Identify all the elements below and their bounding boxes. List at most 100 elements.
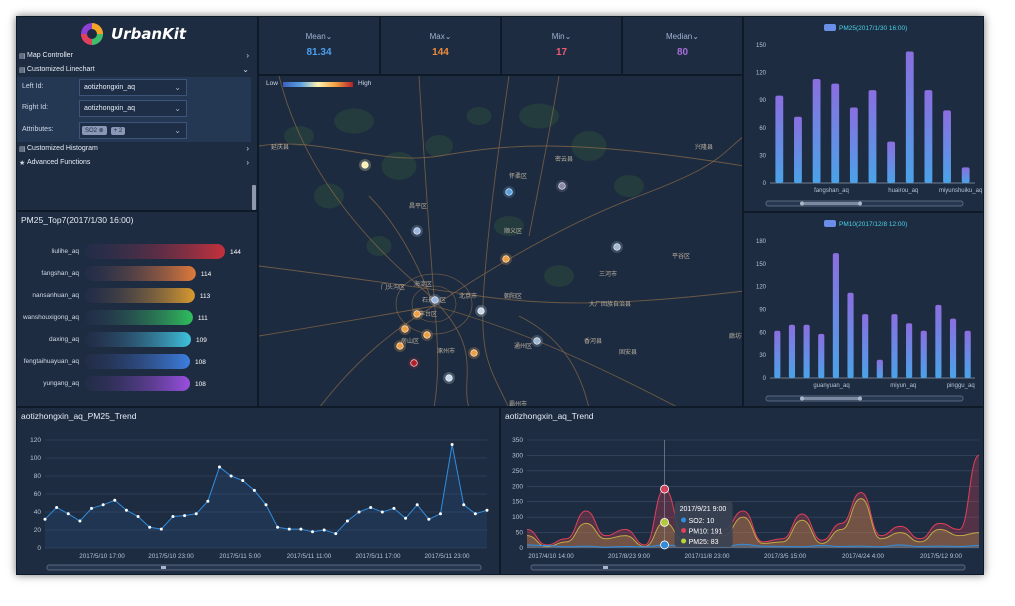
chevron-right-icon: › — [246, 51, 249, 60]
right-id-value: aotizhongxin_aq — [84, 105, 135, 112]
bar-value: 111 — [198, 315, 208, 322]
station-marker — [413, 227, 421, 235]
road — [482, 76, 510, 406]
data-point — [171, 515, 175, 518]
station-marker — [505, 188, 513, 196]
zoom-handle-left — [800, 396, 804, 401]
map-panel[interactable]: 延庆县怀柔区兴隆县昌平区顺义区密云县平谷区门头沟区海淀区北京市朝阳区通州区石景山… — [258, 75, 743, 407]
x-tick-label: 2017/4/10 14:00 — [528, 553, 574, 560]
multi-trend-panel: aotizhongxin_aq_Trend 0 50 100 150 200 250 300… — [500, 407, 984, 575]
place-label: 门头沟区 — [381, 283, 405, 291]
left-id-select[interactable]: aotizhongxin_aq ⌄ — [79, 79, 187, 96]
right-id-select[interactable]: aotizhongxin_aq ⌄ — [79, 100, 187, 117]
bar — [85, 354, 190, 369]
trend-area — [45, 444, 487, 548]
bar-label: fangshan_aq — [41, 270, 79, 277]
bar — [788, 324, 796, 378]
data-point — [311, 530, 315, 534]
panel-scrollbar[interactable] — [252, 185, 256, 210]
right-id-label: Right Id: — [22, 104, 49, 111]
y-tick-label: 0 — [37, 545, 41, 552]
tooltip-row: PM25: 83 — [689, 539, 719, 546]
bar — [85, 332, 191, 347]
x-tick-label: 2017/5/11 11:00 — [287, 553, 332, 560]
multi-trend-title: aotizhongxin_aq_Trend — [505, 411, 594, 421]
place-label: 朝阳区 — [504, 292, 522, 300]
zoom-handle — [603, 566, 608, 569]
menu-customized-histogram[interactable]: ▤ Customized Histogram › — [17, 142, 255, 155]
data-point — [438, 512, 442, 516]
bar-value: 108 — [195, 359, 206, 366]
station-marker — [502, 255, 510, 263]
bar — [887, 141, 896, 183]
legend-swatch — [824, 24, 836, 31]
top7-chart: liulihe_aq 144 fangshan_aq 114 nansanhuan_aq… — [22, 244, 241, 391]
attributes-select[interactable]: SO2 ⊗ + 2 ⌄ — [79, 122, 187, 139]
stat-label[interactable]: Min⌄ — [502, 32, 621, 41]
y-tick-label: 90 — [759, 98, 766, 104]
park-area — [284, 126, 314, 146]
legend-label: PM25(2017/1/30 16:00) — [839, 25, 907, 32]
menu-customized-linechart[interactable]: ▤ Customized Linechart ⌄ — [17, 63, 255, 76]
y-tick-label: 300 — [512, 452, 523, 459]
station-marker — [413, 310, 421, 318]
park-area — [466, 107, 492, 125]
data-point — [217, 465, 221, 469]
y-tick-label: 150 — [756, 262, 767, 268]
data-point — [148, 525, 152, 529]
stat-value: 80 — [676, 47, 689, 58]
bar — [818, 333, 825, 378]
place-label: 海淀区 — [414, 280, 432, 288]
data-point — [485, 508, 489, 512]
map-layer[interactable]: 延庆县怀柔区兴隆县昌平区顺义区密云县平谷区门头沟区海淀区北京市朝阳区通州区石景山… — [259, 76, 743, 407]
bar — [85, 376, 190, 391]
place-label: 昌平区 — [409, 203, 427, 210]
stat-label[interactable]: Median⌄ — [623, 32, 742, 41]
y-tick-label: 60 — [759, 126, 766, 132]
bar — [935, 304, 942, 378]
y-tick-label: 100 — [512, 514, 523, 521]
zoom-slider — [765, 395, 964, 402]
y-tick-label: 30 — [759, 353, 766, 359]
bar — [775, 95, 784, 183]
bar-label: fengtaihuayuan_aq — [24, 358, 80, 365]
road — [259, 143, 742, 167]
road — [320, 305, 435, 406]
road — [518, 315, 589, 406]
bar — [943, 110, 951, 183]
bar — [862, 314, 869, 378]
x-tick-label: pinggu_aq — [947, 383, 975, 389]
bar — [831, 83, 840, 183]
pm10-bar-chart: PM10(2017/12/8 12:00) 0 30 60 90 120 150 180 gua… — [756, 220, 975, 402]
x-tick-label: 2017/5/10 23:00 — [148, 553, 194, 560]
station-marker — [410, 359, 418, 367]
left-id-value: aotizhongxin_aq — [84, 84, 135, 91]
bar-value: 108 — [195, 381, 206, 388]
park-area — [614, 175, 644, 197]
data-point — [392, 506, 396, 510]
data-point — [473, 512, 477, 516]
stat-card-mean: Mean⌄ 81.34 — [258, 16, 380, 75]
app-title: UrbanKit — [111, 25, 187, 43]
attribute-tag[interactable]: SO2 ⊗ — [82, 126, 107, 135]
station-marker — [396, 342, 404, 350]
data-point — [113, 498, 117, 502]
stat-label[interactable]: Max⌄ — [381, 32, 500, 41]
park-area — [334, 108, 374, 134]
y-tick-label: 40 — [34, 509, 42, 516]
y-tick-label: 350 — [512, 437, 523, 444]
data-point — [415, 503, 419, 507]
data-point — [264, 503, 268, 507]
stat-label[interactable]: Mean⌄ — [259, 32, 379, 41]
bar — [906, 323, 913, 378]
menu-map-controller[interactable]: ▤ Map Controller › — [17, 49, 255, 62]
station-marker — [533, 337, 541, 345]
pm25-trend-chart: 0 20 40 60 80 100 120 2017/5/10 17:00 2017/5/10 … — [30, 437, 489, 571]
pm10-bar-panel: PM10(2017/12/8 12:00) 0 30 60 90 120 150 180 gua… — [743, 212, 984, 407]
station-marker — [477, 307, 485, 315]
histogram-icon: ▤ — [19, 145, 26, 153]
menu-advanced-functions[interactable]: ★ Advanced Functions › — [17, 156, 255, 169]
place-label: 密云县 — [555, 155, 573, 163]
data-point — [90, 506, 94, 510]
y-tick-label: 100 — [30, 455, 41, 462]
